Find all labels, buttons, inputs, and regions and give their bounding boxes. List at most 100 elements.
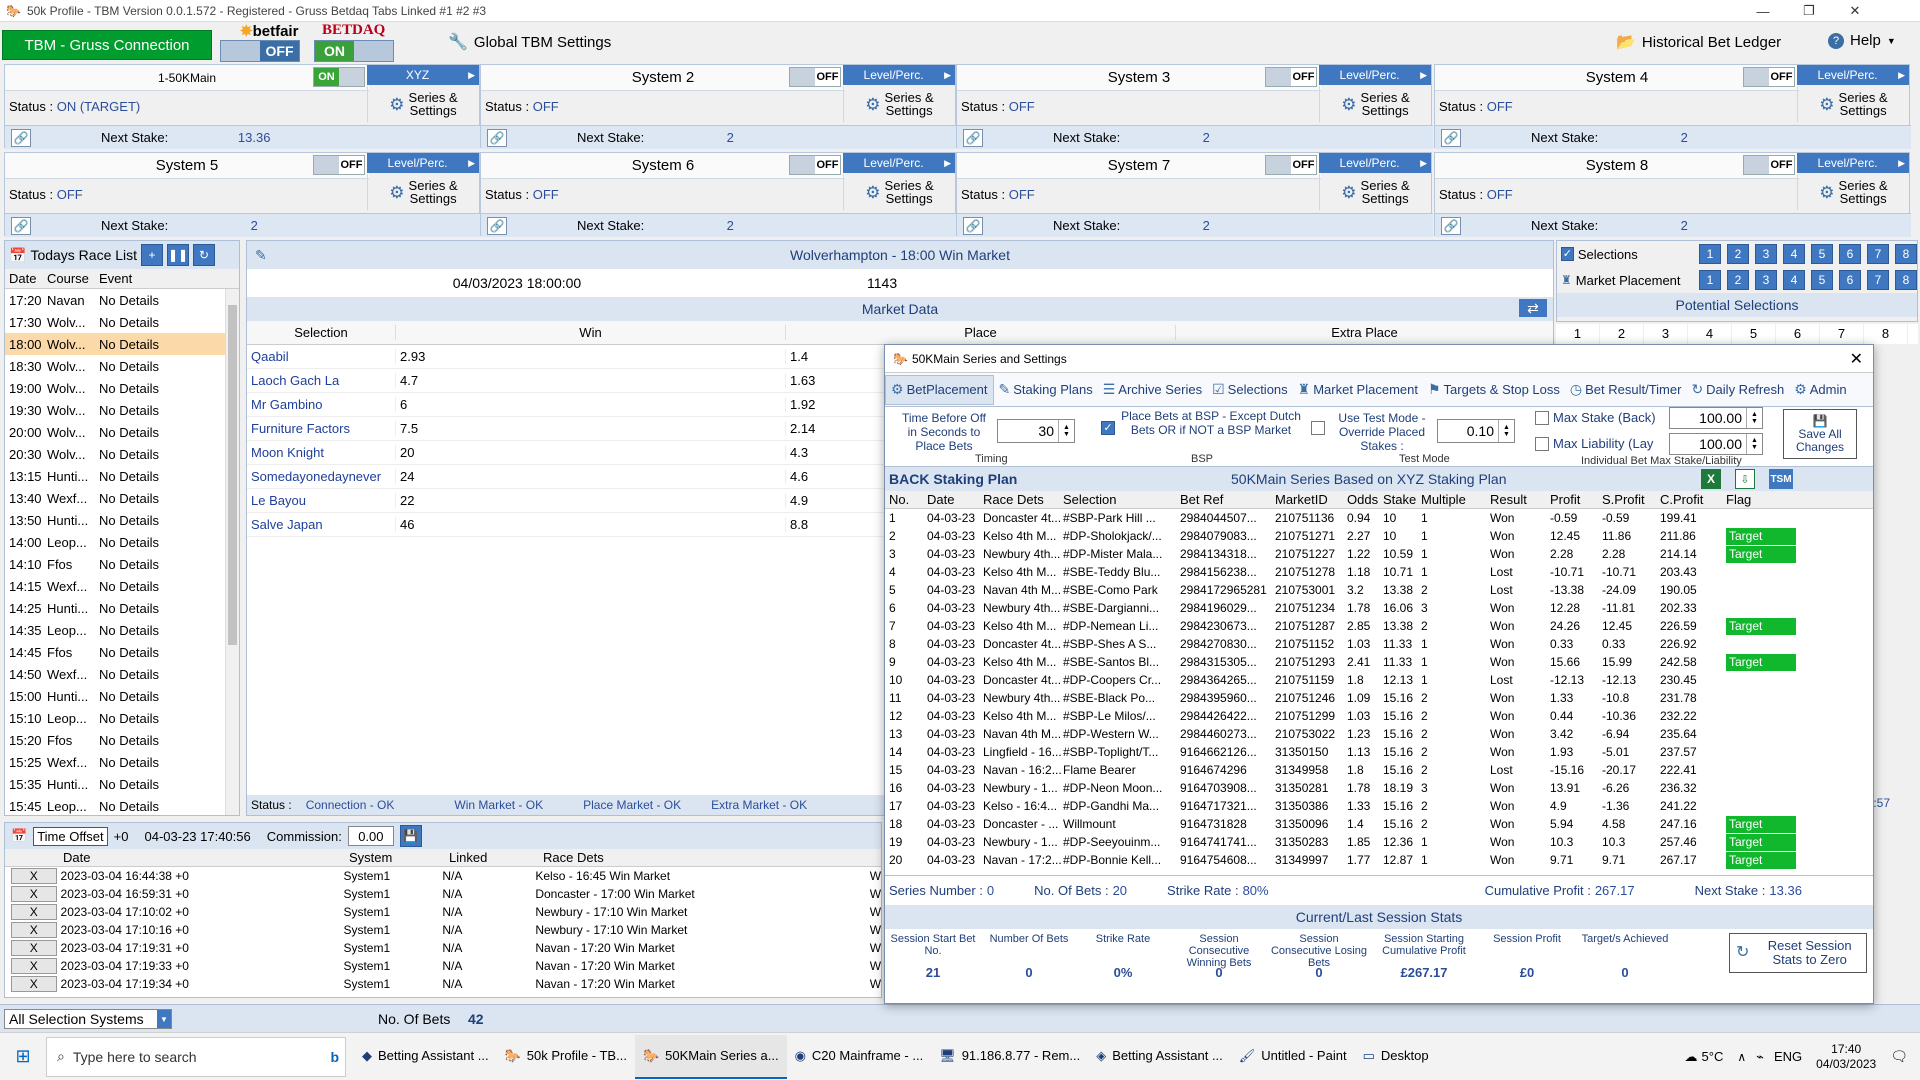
series-settings-button[interactable]: ⚙ Series & Settings xyxy=(1797,174,1909,210)
refresh-icon[interactable]: ↻ xyxy=(193,244,216,266)
tsm-icon[interactable]: TSM xyxy=(1769,469,1793,489)
time-before-input[interactable]: 30 ▲ ▼ xyxy=(997,419,1075,443)
race-list-item[interactable]: 20:00 Wolv... No Details xyxy=(5,421,239,443)
historical-ledger-link[interactable]: 📂 Historical Bet Ledger xyxy=(1616,32,1781,52)
betfair-toggle[interactable]: OFF xyxy=(220,40,300,62)
network-icon[interactable]: ⌁ xyxy=(1756,1049,1764,1065)
race-list-item[interactable]: 18:30 Wolv... No Details xyxy=(5,355,239,377)
spinner-icon[interactable]: ▲ ▼ xyxy=(1498,420,1514,442)
admin-tab[interactable]: ⚙ Admin xyxy=(1789,375,1851,405)
swap-icon[interactable]: ⇄ xyxy=(1519,299,1547,317)
series-settings-button[interactable]: ⚙ Series & Settings xyxy=(367,86,479,122)
race-list-item[interactable]: 14:15 Wexf... No Details xyxy=(5,575,239,597)
selection-number-button[interactable]: 4 xyxy=(1783,244,1805,264)
selection-number-button[interactable]: 1 xyxy=(1699,244,1721,264)
taskbar-app[interactable]: 🐎 50k Profile - TB... xyxy=(497,1035,635,1079)
notification-icon[interactable]: 🗨 xyxy=(1890,1048,1908,1065)
placement-number-button[interactable]: 7 xyxy=(1867,270,1889,290)
scroll-thumb[interactable] xyxy=(228,305,237,645)
staking-row[interactable]: 7 04-03-23 Kelso 4th M... #DP-Nemean Li... 2… xyxy=(885,617,1873,635)
close-button[interactable]: ✕ xyxy=(1832,0,1878,22)
excel-icon[interactable]: X xyxy=(1701,469,1721,489)
link-icon[interactable]: 🔗 xyxy=(11,216,31,235)
race-list-item[interactable]: 19:00 Wolv... No Details xyxy=(5,377,239,399)
taskbar-app[interactable]: 🐎 50KMain Series a... xyxy=(634,1034,787,1079)
staking-row[interactable]: 6 04-03-23 Newbury 4th... #SBE-Dargianni...… xyxy=(885,599,1873,617)
staking-mode-button[interactable]: Level/Perc. ▶ xyxy=(843,153,955,173)
race-list-item[interactable]: 17:30 Wolv... No Details xyxy=(5,311,239,333)
system-toggle[interactable]: OFF xyxy=(789,67,841,87)
windows-start-icon[interactable]: ⊞ xyxy=(0,1046,46,1067)
staking-row[interactable]: 18 04-03-23 Doncaster - ... Willmount 916473… xyxy=(885,815,1873,833)
spinner-icon[interactable]: ▲ ▼ xyxy=(1058,420,1074,442)
staking-mode-button[interactable]: Level/Perc. ▶ xyxy=(1797,153,1909,173)
remove-bet-button[interactable]: X xyxy=(11,958,57,974)
race-list-item[interactable]: 13:15 Hunti... No Details xyxy=(5,465,239,487)
language-indicator[interactable]: ENG xyxy=(1774,1049,1802,1064)
help-link[interactable]: ? Help ▼ xyxy=(1828,32,1896,49)
staking-row[interactable]: 4 04-03-23 Kelso 4th M... #SBE-Teddy Blu...… xyxy=(885,563,1873,581)
max-back-input[interactable]: 100.00 ▲ ▼ xyxy=(1669,407,1763,429)
remove-bet-button[interactable]: X xyxy=(11,868,57,884)
betdaq-toggle[interactable]: ON xyxy=(314,40,394,62)
staking-row[interactable]: 1 04-03-23 Doncaster 4t... #SBP-Park Hill .… xyxy=(885,509,1873,527)
selection-number-button[interactable]: 8 xyxy=(1895,244,1917,264)
placement-number-button[interactable]: 8 xyxy=(1895,270,1917,290)
tray-chevron-icon[interactable]: ∧ xyxy=(1737,1050,1746,1064)
remove-bet-button[interactable]: X xyxy=(11,976,57,992)
weather[interactable]: ☁ 5°C xyxy=(1685,1049,1724,1065)
taskbar-search[interactable]: ⌕ Type here to search b xyxy=(46,1036,346,1077)
race-list-item[interactable]: 19:30 Wolv... No Details xyxy=(5,399,239,421)
series-settings-button[interactable]: ⚙ Series & Settings xyxy=(843,174,955,210)
staking-mode-button[interactable]: Level/Perc. ▶ xyxy=(367,153,479,173)
race-list-item[interactable]: 15:35 Hunti... No Details xyxy=(5,773,239,795)
link-icon[interactable]: 🔗 xyxy=(963,216,983,235)
max-lay-input[interactable]: 100.00 ▲ ▼ xyxy=(1669,433,1763,455)
save-icon[interactable]: 💾 xyxy=(399,825,422,847)
add-icon[interactable]: + xyxy=(141,244,164,266)
race-list-item[interactable]: 17:20 Navan No Details xyxy=(5,289,239,311)
system-toggle[interactable]: OFF xyxy=(313,155,365,175)
staking-row[interactable]: 2 04-03-23 Kelso 4th M... #DP-Sholokjack/..… xyxy=(885,527,1873,545)
race-list-item[interactable]: 14:45 Ffos No Details xyxy=(5,641,239,663)
edit-icon[interactable]: ✎ xyxy=(255,247,267,264)
remove-bet-button[interactable]: X xyxy=(11,940,57,956)
link-icon[interactable]: 🔗 xyxy=(487,128,507,147)
link-icon[interactable]: 🔗 xyxy=(11,128,31,147)
taskbar-app[interactable]: 🖥 91.186.8.77 - Rem... xyxy=(931,1035,1088,1079)
save-all-changes-button[interactable]: 💾 Save All Changes xyxy=(1783,409,1857,459)
staking-mode-button[interactable]: XYZ ▶ xyxy=(367,65,479,85)
system-toggle[interactable]: ON xyxy=(313,67,365,87)
staking-row[interactable]: 5 04-03-23 Navan 4th M... #SBE-Como Park 298… xyxy=(885,581,1873,599)
staking-row[interactable]: 8 04-03-23 Doncaster 4t... #SBP-Shes A S...… xyxy=(885,635,1873,653)
staking-row[interactable]: 14 04-03-23 Lingfield - 16... #SBP-Toplight… xyxy=(885,743,1873,761)
staking-row[interactable]: 20 04-03-23 Navan - 17:2... #DP-Bonnie Kell… xyxy=(885,851,1873,869)
series-settings-button[interactable]: ⚙ Series & Settings xyxy=(1797,86,1909,122)
race-list-item[interactable]: 14:10 Ffos No Details xyxy=(5,553,239,575)
remove-bet-button[interactable]: X xyxy=(11,904,57,920)
staking-row[interactable]: 12 04-03-23 Kelso 4th M... #SBP-Le Milos/..… xyxy=(885,707,1873,725)
placement-number-button[interactable]: 4 xyxy=(1783,270,1805,290)
series-settings-button[interactable]: ⚙ Series & Settings xyxy=(367,174,479,210)
spinner-icon[interactable]: ▲ ▼ xyxy=(1746,408,1762,428)
race-list-item[interactable]: 13:50 Hunti... No Details xyxy=(5,509,239,531)
staking-row[interactable]: 16 04-03-23 Newbury - 1... #DP-Neon Moon...… xyxy=(885,779,1873,797)
spinner-icon[interactable]: ▲ ▼ xyxy=(1746,434,1762,454)
remove-bet-button[interactable]: X xyxy=(11,922,57,938)
placement-number-button[interactable]: 1 xyxy=(1699,270,1721,290)
race-list-item[interactable]: 15:20 Ffos No Details xyxy=(5,729,239,751)
link-icon[interactable]: 🔗 xyxy=(963,128,983,147)
placement-number-button[interactable]: 3 xyxy=(1755,270,1777,290)
bet-placement-tab[interactable]: ⚙ BetPlacement xyxy=(885,374,994,405)
test-mode-checkbox[interactable] xyxy=(1311,421,1325,435)
targets-stop-loss-tab[interactable]: ⚑ Targets & Stop Loss xyxy=(1423,375,1565,405)
placement-number-button[interactable]: 6 xyxy=(1839,270,1861,290)
staking-row[interactable]: 11 04-03-23 Newbury 4th... #SBE-Black Po...… xyxy=(885,689,1873,707)
staking-row[interactable]: 9 04-03-23 Kelso 4th M... #SBE-Santos Bl...… xyxy=(885,653,1873,671)
maximize-button[interactable]: ❐ xyxy=(1786,0,1832,22)
global-settings-link[interactable]: 🔧 Global TBM Settings xyxy=(448,32,611,52)
staking-mode-button[interactable]: Level/Perc. ▶ xyxy=(843,65,955,85)
series-settings-button[interactable]: ⚙ Series & Settings xyxy=(1319,174,1431,210)
taskbar-app[interactable]: ◆ Betting Assistant ... xyxy=(354,1035,497,1079)
archive-series-tab[interactable]: ☰ Archive Series xyxy=(1098,375,1207,405)
